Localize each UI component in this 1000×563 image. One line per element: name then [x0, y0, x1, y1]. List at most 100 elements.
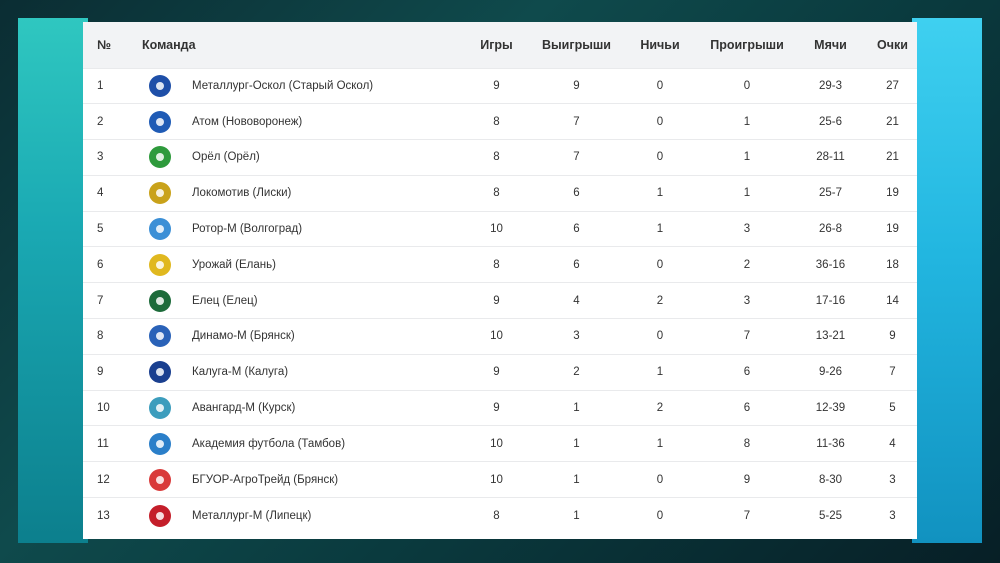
- draws-cell: 2: [656, 294, 664, 307]
- team-cell: Динамо-М (Брянск): [139, 319, 459, 355]
- team-logo-icon: [149, 74, 171, 97]
- team-name[interactable]: Урожай (Елань): [192, 259, 276, 271]
- team-wrap: Металлург-М (Липецк): [139, 504, 459, 527]
- team-name[interactable]: Калуга-М (Калуга): [192, 366, 288, 378]
- team-wrap: Атом (Нововоронеж): [139, 110, 459, 133]
- header-points[interactable]: Очки: [868, 22, 917, 68]
- header-goals[interactable]: Мячи: [793, 22, 868, 68]
- team-logo-icon: [149, 397, 171, 420]
- draws-cell: 1: [656, 223, 664, 236]
- team-cell: Авангард-М (Курск): [139, 390, 459, 426]
- goals-cell: 13-21: [815, 330, 846, 343]
- draws-cell: 0: [656, 509, 664, 522]
- team-logo-icon: [149, 325, 171, 348]
- table-row[interactable]: 5 Ротор-М (Волгоград) 10 6 1 3 26-8 19: [83, 211, 917, 247]
- wins-cell: 1: [573, 473, 580, 486]
- table-row[interactable]: 3 Орёл (Орёл) 8 7 0 1 28-11 21: [83, 139, 917, 176]
- losses-cell: 3: [743, 294, 751, 307]
- team-wrap: Урожай (Елань): [139, 253, 459, 276]
- team-name[interactable]: Атом (Нововоронеж): [192, 116, 302, 128]
- team-wrap: Металлург-Оскол (Старый Оскол): [139, 74, 459, 97]
- draws-cell: 1: [656, 437, 664, 450]
- team-name[interactable]: Елец (Елец): [192, 295, 258, 307]
- wins-cell: 6: [573, 258, 580, 271]
- team-cell: Елец (Елец): [139, 283, 459, 319]
- table-row[interactable]: 1 Металлург-Оскол (Старый Оскол) 9 9 0 0 29-3 2…: [83, 68, 917, 104]
- games-cell: 10: [490, 473, 503, 486]
- table-row[interactable]: 6 Урожай (Елань) 8 6 0 2 36-16 18: [83, 246, 917, 283]
- team-wrap: Авангард-М (Курск): [139, 397, 459, 420]
- header-wins[interactable]: Выигрыши: [534, 22, 619, 68]
- losses-cell: 2: [743, 258, 751, 271]
- standings-panel: № Команда Игры Выигрыши Ничьи Проигрыши …: [83, 22, 917, 539]
- table-row[interactable]: 12 БГУОР-АгроТрейд (Брянск) 10 1 0 9 8-30 3: [83, 461, 917, 498]
- team-name[interactable]: Динамо-М (Брянск): [192, 330, 295, 342]
- draws-cell: 2: [656, 402, 664, 415]
- team-cell: Локомотив (Лиски): [139, 175, 459, 211]
- num-cell: 8: [97, 330, 104, 343]
- team-name[interactable]: Металлург-Оскол (Старый Оскол): [192, 80, 373, 92]
- goals-cell: 25-7: [818, 187, 843, 200]
- header-games[interactable]: Игры: [459, 22, 534, 68]
- team-name[interactable]: БГУОР-АгроТрейд (Брянск): [192, 474, 338, 486]
- losses-cell: 0: [743, 79, 751, 92]
- header-losses[interactable]: Проигрыши: [701, 22, 793, 68]
- team-name[interactable]: Орёл (Орёл): [192, 151, 260, 163]
- points-cell: 9: [889, 330, 896, 343]
- standings-table: № Команда Игры Выигрыши Ничьи Проигрыши …: [83, 22, 917, 533]
- losses-cell: 3: [743, 223, 751, 236]
- team-name[interactable]: Авангард-М (Курск): [192, 402, 295, 414]
- team-name[interactable]: Локомотив (Лиски): [192, 187, 291, 199]
- goals-cell: 12-39: [815, 402, 846, 415]
- draws-cell: 0: [656, 79, 664, 92]
- num-cell: 12: [97, 473, 110, 486]
- team-cell: Калуга-М (Калуга): [139, 354, 459, 390]
- team-wrap: БГУОР-АгроТрейд (Брянск): [139, 468, 459, 491]
- team-logo-icon: [149, 253, 171, 276]
- num-cell: 3: [97, 151, 104, 164]
- header-team[interactable]: Команда: [139, 22, 459, 68]
- team-name[interactable]: Металлург-М (Липецк): [192, 510, 311, 522]
- table-row[interactable]: 10 Авангард-М (Курск) 9 1 2 6 12-39 5: [83, 390, 917, 426]
- table-row[interactable]: 8 Динамо-М (Брянск) 10 3 0 7 13-21 9: [83, 318, 917, 355]
- points-cell: 19: [886, 187, 899, 200]
- num-cell: 13: [97, 509, 110, 522]
- points-cell: 21: [886, 151, 899, 164]
- team-logo-icon: [149, 146, 171, 169]
- games-cell: 8: [493, 258, 500, 271]
- points-cell: 5: [889, 402, 896, 415]
- goals-cell: 26-8: [818, 223, 843, 236]
- goals-cell: 28-11: [816, 151, 845, 164]
- team-wrap: Елец (Елец): [139, 289, 459, 312]
- team-cell: Академия футбола (Тамбов): [139, 426, 459, 462]
- table-row[interactable]: 13 Металлург-М (Липецк) 8 1 0 7 5-25 3: [83, 497, 917, 534]
- team-name[interactable]: Академия футбола (Тамбов): [192, 438, 345, 450]
- background-frame-right: [912, 18, 982, 543]
- num-cell: 11: [97, 437, 109, 450]
- points-cell: 19: [886, 223, 899, 236]
- draws-cell: 0: [656, 115, 664, 128]
- team-cell: Урожай (Елань): [139, 247, 459, 283]
- wins-cell: 7: [573, 115, 580, 128]
- table-row[interactable]: 9 Калуга-М (Калуга) 9 2 1 6 9-26 7: [83, 354, 917, 390]
- num-cell: 6: [97, 258, 104, 271]
- goals-cell: 36-16: [815, 258, 846, 271]
- games-cell: 8: [493, 115, 500, 128]
- num-cell: 5: [97, 223, 104, 236]
- points-cell: 3: [889, 509, 896, 522]
- team-logo-icon: [149, 468, 171, 491]
- header-num[interactable]: №: [83, 22, 139, 68]
- wins-cell: 9: [573, 79, 580, 92]
- table-row[interactable]: 2 Атом (Нововоронеж) 8 7 0 1 25-6 21: [83, 103, 917, 140]
- team-name[interactable]: Ротор-М (Волгоград): [192, 223, 302, 235]
- points-cell: 7: [889, 366, 896, 379]
- header-draws[interactable]: Ничьи: [619, 22, 701, 68]
- background-frame-left: [18, 18, 88, 543]
- team-cell: Атом (Нововоронеж): [139, 104, 459, 140]
- team-logo-icon: [149, 289, 171, 312]
- table-row[interactable]: 4 Локомотив (Лиски) 8 6 1 1 25-7 19: [83, 175, 917, 211]
- games-cell: 8: [493, 187, 500, 200]
- table-row[interactable]: 7 Елец (Елец) 9 4 2 3 17-16 14: [83, 282, 917, 319]
- team-cell: Металлург-Оскол (Старый Оскол): [139, 68, 459, 104]
- table-row[interactable]: 11 Академия футбола (Тамбов) 10 1 1 8 11-36 4: [83, 425, 917, 462]
